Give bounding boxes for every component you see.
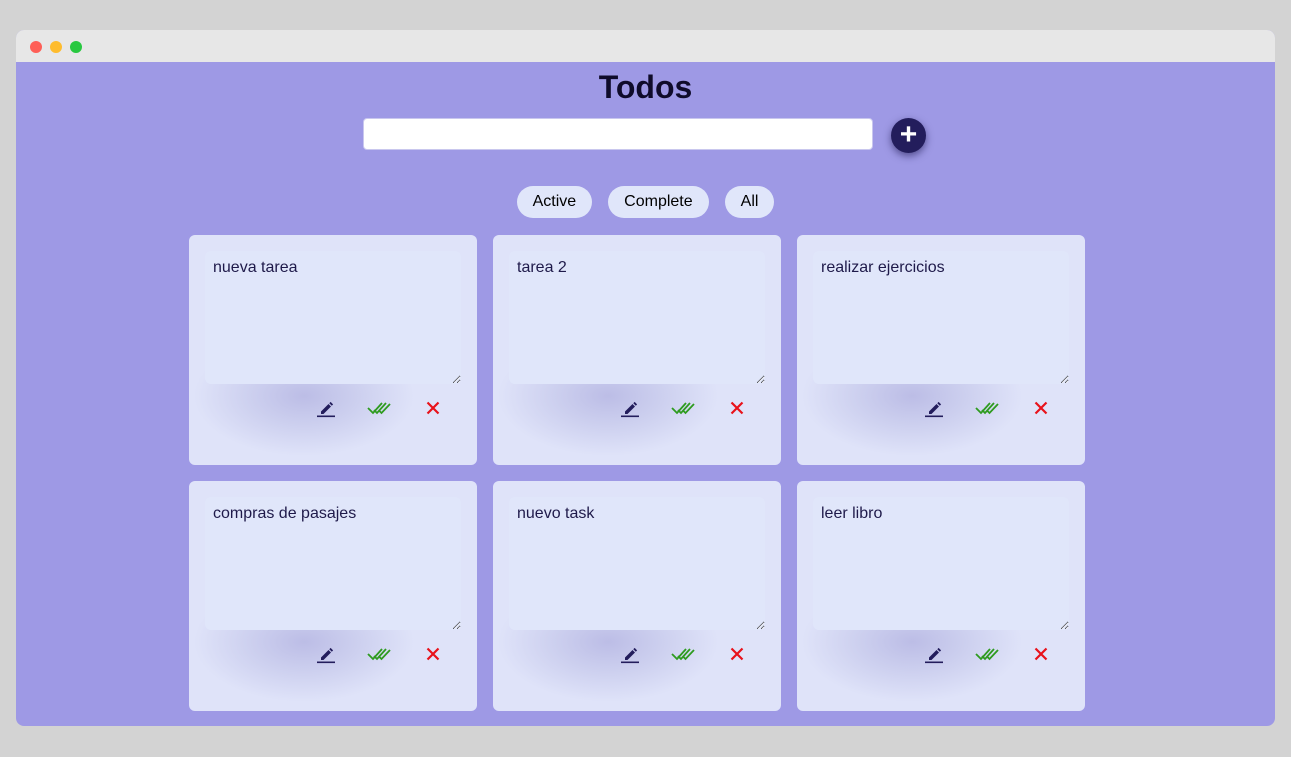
todo-text[interactable]: nuevo task xyxy=(509,497,765,630)
delete-button[interactable] xyxy=(725,643,749,665)
close-icon xyxy=(426,647,440,661)
close-window-button[interactable] xyxy=(30,41,42,53)
todo-text[interactable]: realizar ejercicios xyxy=(813,251,1069,384)
close-icon xyxy=(730,647,744,661)
double-check-icon xyxy=(671,402,695,415)
double-check-icon xyxy=(367,648,391,661)
delete-button[interactable] xyxy=(725,397,749,419)
todo-text[interactable]: compras de pasajes xyxy=(205,497,461,630)
filter-bar: Active Complete All xyxy=(16,186,1275,218)
pencil-icon xyxy=(925,401,943,418)
complete-button[interactable] xyxy=(367,643,391,665)
close-icon xyxy=(1034,401,1048,415)
todo-card: nueva tarea xyxy=(189,235,477,465)
delete-button[interactable] xyxy=(1029,397,1053,419)
double-check-icon xyxy=(671,648,695,661)
complete-button[interactable] xyxy=(367,397,391,419)
todo-text[interactable]: leer libro xyxy=(813,497,1069,630)
complete-button[interactable] xyxy=(975,643,999,665)
complete-button[interactable] xyxy=(975,397,999,419)
app-content: Todos + Active Complete All nueva tarea xyxy=(16,62,1275,726)
delete-button[interactable] xyxy=(421,397,445,419)
todo-card: leer libro xyxy=(797,481,1085,711)
todo-card: compras de pasajes xyxy=(189,481,477,711)
double-check-icon xyxy=(975,402,999,415)
close-icon xyxy=(730,401,744,415)
browser-window: Todos + Active Complete All nueva tarea xyxy=(16,30,1275,726)
delete-button[interactable] xyxy=(421,643,445,665)
new-todo-input[interactable] xyxy=(363,118,873,150)
todo-text[interactable]: tarea 2 xyxy=(509,251,765,384)
filter-active-button[interactable]: Active xyxy=(516,186,593,218)
todo-card: realizar ejercicios xyxy=(797,235,1085,465)
edit-button[interactable] xyxy=(922,643,946,665)
todo-card: nuevo task xyxy=(493,481,781,711)
close-icon xyxy=(426,401,440,415)
filter-complete-button[interactable]: Complete xyxy=(608,186,709,218)
double-check-icon xyxy=(367,402,391,415)
page-title: Todos xyxy=(598,69,693,105)
window-titlebar xyxy=(16,30,1275,62)
close-icon xyxy=(1034,647,1048,661)
edit-button[interactable] xyxy=(618,397,642,419)
add-todo-button[interactable]: + xyxy=(891,118,926,153)
edit-button[interactable] xyxy=(314,397,338,419)
edit-button[interactable] xyxy=(922,397,946,419)
pencil-icon xyxy=(621,401,639,418)
pencil-icon xyxy=(621,647,639,664)
pencil-icon xyxy=(925,647,943,664)
todo-grid: nueva tarea tarea 2 realizar ejercicios … xyxy=(189,235,1085,711)
minimize-window-button[interactable] xyxy=(50,41,62,53)
pencil-icon xyxy=(317,401,335,418)
filter-all-button[interactable]: All xyxy=(724,186,775,218)
complete-button[interactable] xyxy=(671,397,695,419)
delete-button[interactable] xyxy=(1029,643,1053,665)
maximize-window-button[interactable] xyxy=(70,41,82,53)
plus-icon: + xyxy=(899,117,918,151)
edit-button[interactable] xyxy=(314,643,338,665)
double-check-icon xyxy=(975,648,999,661)
complete-button[interactable] xyxy=(671,643,695,665)
todo-card: tarea 2 xyxy=(493,235,781,465)
pencil-icon xyxy=(317,647,335,664)
todo-text[interactable]: nueva tarea xyxy=(205,251,461,384)
edit-button[interactable] xyxy=(618,643,642,665)
